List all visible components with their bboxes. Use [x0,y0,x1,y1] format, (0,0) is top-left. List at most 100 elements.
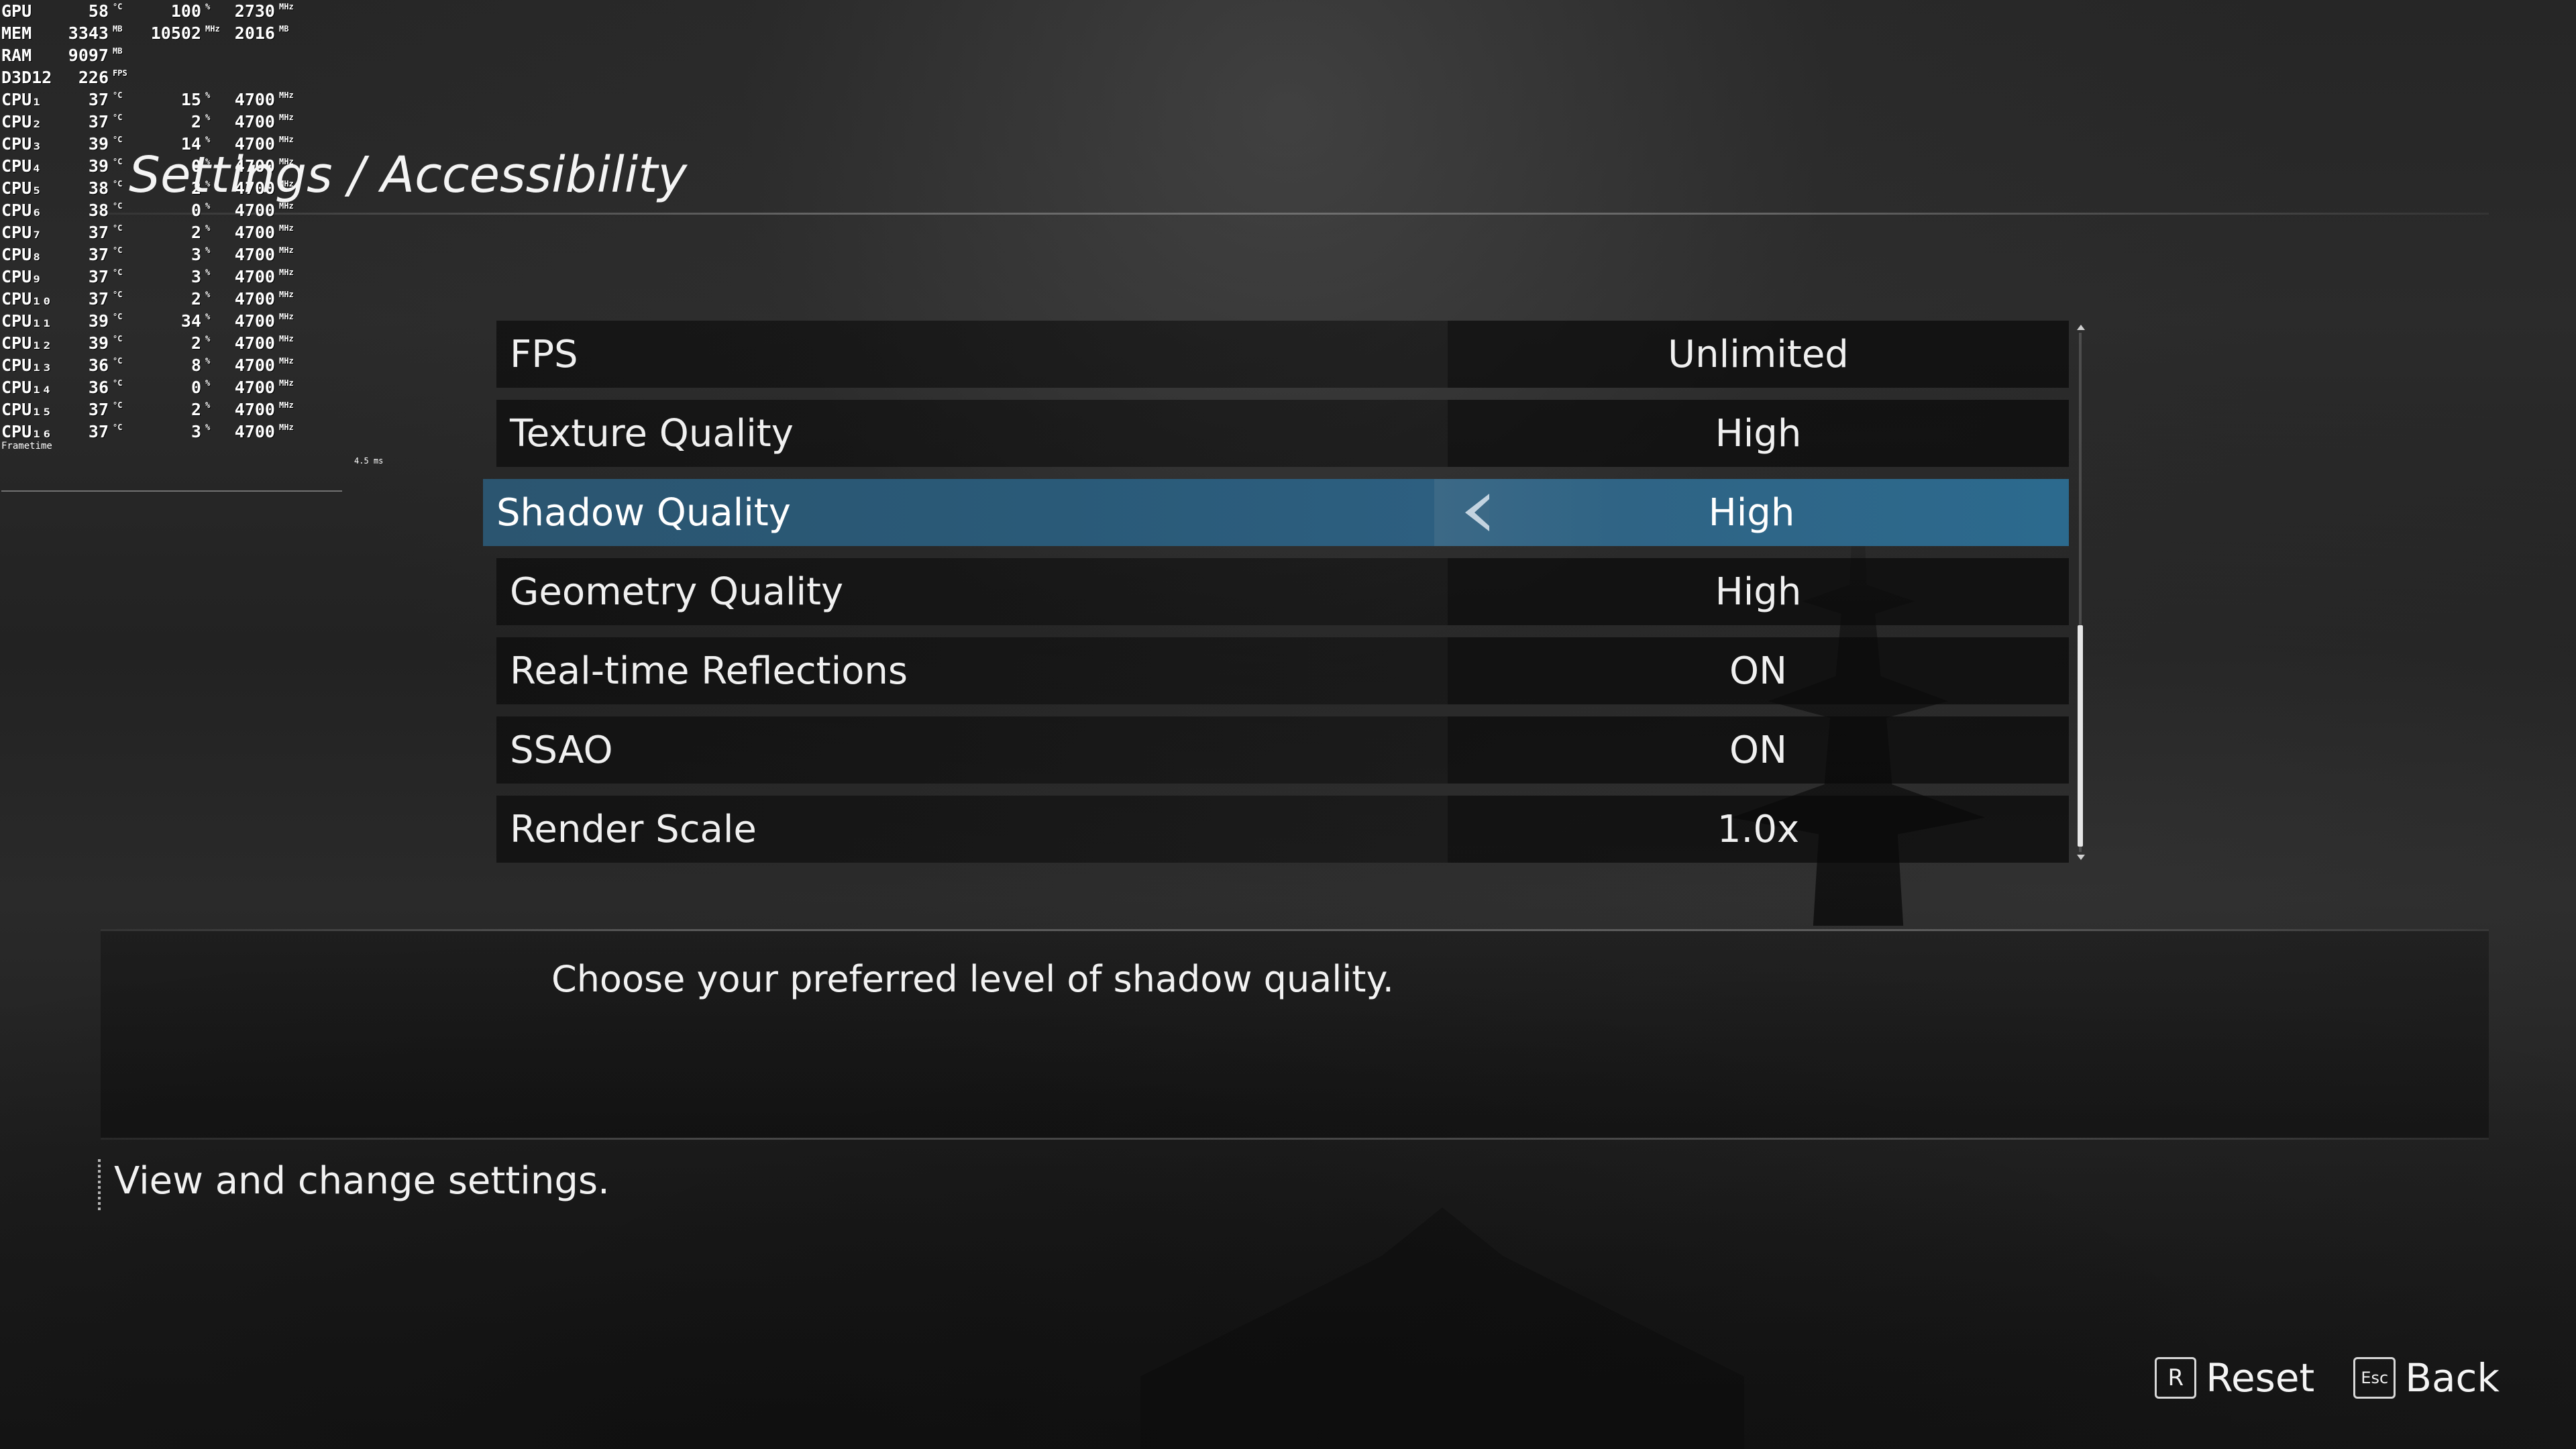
overlay-label: CPU₁₂ [1,333,52,353]
overlay-unit: °C [113,356,123,366]
setting-value-selector[interactable]: High [1434,479,2069,546]
setting-row-fps[interactable]: FPS Unlimited [496,321,2069,388]
overlay-value: 9097 [68,46,109,65]
frametime-graph [1,490,342,492]
overlay-value: 8 [191,356,201,375]
overlay-label: CPU₂ [1,112,42,131]
overlay-value: 38 [88,178,109,198]
overlay-value: 4700 [234,223,275,242]
overlay-unit: °C [113,268,123,277]
help-text: View and change settings. [114,1159,610,1203]
overlay-unit: MHz [279,91,294,100]
overlay-unit: °C [113,223,123,233]
overlay-label: CPU₁ [1,90,42,109]
overlay-value: 37 [88,223,109,242]
overlay-value: 2 [191,289,201,309]
setting-value[interactable]: ON [1448,716,2069,784]
overlay-unit: °C [113,179,123,189]
overlay-unit: MB [113,24,123,34]
overlay-value: 37 [88,289,109,309]
overlay-value: 2016 [234,23,275,43]
overlay-unit: % [205,113,211,122]
overlay-unit: °C [113,135,123,144]
scrollbar[interactable] [2076,325,2085,860]
overlay-unit: °C [113,113,123,122]
setting-value[interactable]: 1.0x [1448,796,2069,863]
overlay-unit: % [205,91,211,100]
overlay-unit: MHz [279,400,294,410]
overlay-label: CPU₇ [1,223,42,242]
setting-row-ssao[interactable]: SSAO ON [496,716,2069,784]
overlay-unit: % [205,268,211,277]
overlay-value: 4700 [234,90,275,109]
overlay-label: CPU₄ [1,156,42,176]
overlay-unit: MHz [205,24,220,34]
scroll-thumb[interactable] [2078,625,2083,847]
overlay-unit: % [205,312,211,321]
setting-row-geometry-quality[interactable]: Geometry Quality High [496,558,2069,625]
overlay-unit: MHz [279,334,294,343]
overlay-value: 2 [191,400,201,419]
overlay-unit: MHz [279,113,294,122]
setting-value[interactable]: Unlimited [1448,321,2069,388]
overlay-unit: °C [113,378,123,388]
overlay-unit: MHz [279,312,294,321]
overlay-value: 4700 [234,112,275,131]
overlay-unit: MHz [279,423,294,432]
overlay-label: CPU₁₁ [1,311,52,331]
overlay-value: 3 [191,422,201,441]
overlay-label: CPU₁₀ [1,289,52,309]
overlay-value: 39 [88,311,109,331]
overlay-value: 37 [88,422,109,441]
setting-value[interactable]: High [1448,558,2069,625]
setting-value[interactable]: High [1448,400,2069,467]
overlay-value: 39 [88,333,109,353]
setting-row-texture-quality[interactable]: Texture Quality High [496,400,2069,467]
help-marker [98,1159,101,1210]
setting-label: Shadow Quality [483,479,1434,546]
overlay-value: 4700 [234,245,275,264]
setting-label: SSAO [496,716,1448,784]
overlay-unit: MHz [279,223,294,233]
overlay-unit: FPS [113,68,127,78]
overlay-unit: % [205,290,211,299]
arrow-left-icon[interactable] [1465,494,1489,531]
overlay-unit: MHz [279,268,294,277]
overlay-unit: % [205,378,211,388]
overlay-value: 4700 [234,333,275,353]
setting-row-shadow-quality[interactable]: Shadow Quality High [483,479,2069,546]
overlay-label: CPU₁₃ [1,356,52,375]
overlay-label: D3D12 [1,68,52,87]
reset-label: Reset [2206,1355,2315,1401]
back-button[interactable]: Esc Back [2353,1355,2500,1401]
overlay-unit: MB [113,46,123,56]
overlay-unit: % [205,334,211,343]
overlay-unit: % [205,2,211,11]
overlay-value: 37 [88,267,109,286]
frametime-label: Frametime [1,441,52,451]
overlay-unit: MHz [279,246,294,255]
overlay-value: 2 [191,112,201,131]
overlay-value: 4700 [234,267,275,286]
setting-value[interactable]: ON [1448,637,2069,704]
overlay-unit: MB [279,24,289,34]
overlay-label: CPU₅ [1,178,42,198]
overlay-unit: MHz [279,378,294,388]
overlay-unit: °C [113,91,123,100]
scroll-down-icon[interactable] [2077,855,2085,860]
setting-row-render-scale[interactable]: Render Scale 1.0x [496,796,2069,863]
overlay-value: 2 [191,333,201,353]
reset-button[interactable]: R Reset [2155,1355,2314,1401]
overlay-value: 4700 [234,378,275,397]
overlay-label: CPU₁₅ [1,400,52,419]
overlay-label: RAM [1,46,32,65]
overlay-unit: % [205,246,211,255]
setting-label: Geometry Quality [496,558,1448,625]
setting-row-realtime-reflections[interactable]: Real-time Reflections ON [496,637,2069,704]
overlay-unit: °C [113,2,123,11]
scroll-up-icon[interactable] [2077,325,2085,330]
overlay-value: 4700 [234,422,275,441]
footer-actions: R Reset Esc Back [2116,1355,2500,1401]
header-divider [101,213,2489,215]
overlay-value: 39 [88,134,109,154]
